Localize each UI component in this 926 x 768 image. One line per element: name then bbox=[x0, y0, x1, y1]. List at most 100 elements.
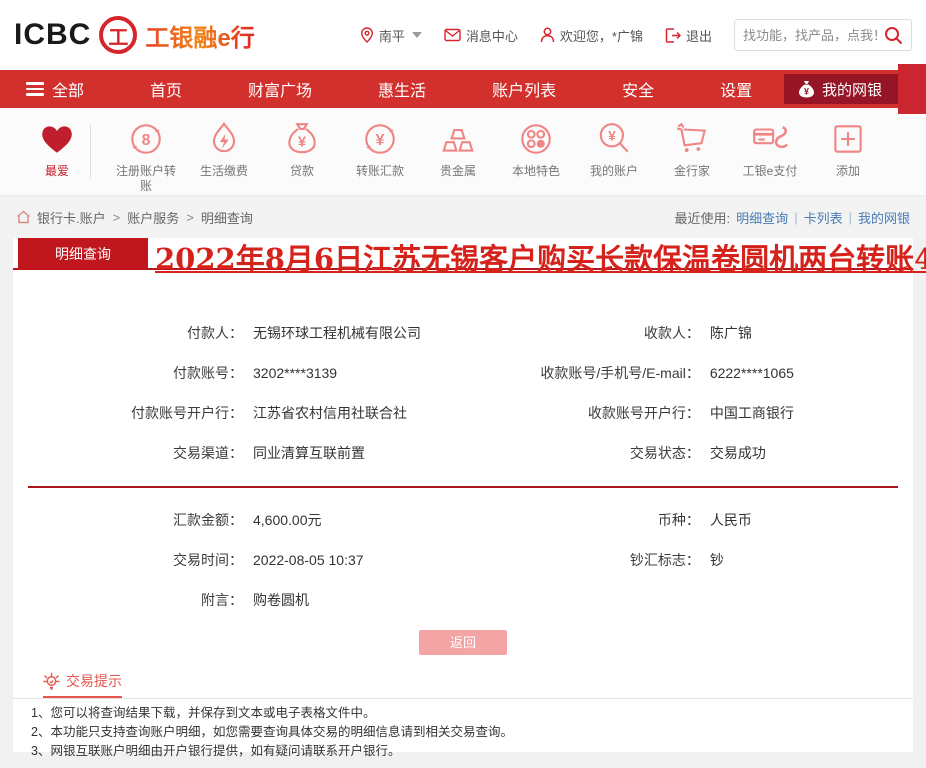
field-value: 交易成功 bbox=[709, 445, 766, 461]
tips-item: 2、本功能只支持查询账户明细，如您需要查询具体交易的明细信息请到相关交易查询。 bbox=[31, 725, 513, 739]
nav-item-home[interactable]: 首页 bbox=[150, 77, 182, 101]
nav-item-wealth[interactable]: 财富广场 bbox=[248, 77, 312, 101]
back-button[interactable]: 返回 bbox=[419, 630, 507, 655]
my-account-icon: ¥ bbox=[599, 123, 629, 153]
field-value: 6222****1065 bbox=[709, 365, 794, 381]
nav-item-security[interactable]: 安全 bbox=[622, 77, 654, 101]
recent-link-detail-query[interactable]: 明细查询 bbox=[736, 208, 788, 227]
field-value: 江苏省农村信用社联合社 bbox=[253, 405, 407, 421]
annotation-headline: 2022年8月6日江苏无锡客户购买长款保温卷圆机两台转账4600元 bbox=[155, 242, 926, 276]
detail-row: 付款人： 无锡环球工程机械有限公司 收款人： 陈广锦 bbox=[13, 313, 913, 353]
quicklink-register-transfer[interactable]: 8 注册账户转账 bbox=[107, 120, 185, 194]
breadcrumb-separator: > bbox=[186, 209, 194, 225]
nav-item-all[interactable]: 全部 bbox=[26, 77, 84, 101]
field-label: 交易渠道： bbox=[173, 445, 243, 461]
nav-item-accounts[interactable]: 账户列表 bbox=[492, 77, 556, 101]
tips-title-text: 交易提示 bbox=[66, 673, 122, 689]
nav-label: 安全 bbox=[622, 83, 655, 100]
divider bbox=[90, 124, 91, 178]
svg-text:8: 8 bbox=[142, 132, 151, 149]
svg-text:¥: ¥ bbox=[804, 86, 809, 96]
search-input[interactable] bbox=[743, 27, 884, 43]
nav-label: 设置 bbox=[720, 83, 753, 100]
quicklink-goldsmith[interactable]: 金行家 bbox=[653, 120, 731, 179]
field-value: 购卷圆机 bbox=[253, 592, 309, 608]
message-center-label: 消息中心 bbox=[465, 28, 518, 44]
quicklink-transfer-remit[interactable]: ¥ 转账汇款 bbox=[341, 120, 419, 179]
logout-link[interactable]: 退出 bbox=[665, 26, 712, 45]
field-label: 附言： bbox=[201, 592, 243, 608]
field-value: 中国工商银行 bbox=[709, 405, 794, 421]
svg-text:¥: ¥ bbox=[298, 134, 307, 150]
location-selector[interactable]: 南平 bbox=[360, 26, 422, 45]
breadcrumb-item[interactable]: 账户服务 bbox=[127, 208, 179, 227]
tab-detail-query[interactable]: 明细查询 bbox=[18, 238, 148, 270]
ribbon-end-cap bbox=[898, 64, 926, 114]
field-value: 2022-08-05 10:37 bbox=[253, 552, 364, 568]
detail-row: 交易时间： 2022-08-05 10:37 钞汇标志： 钞 bbox=[13, 540, 913, 580]
hamburger-icon bbox=[26, 79, 44, 99]
pipe-separator: | bbox=[794, 209, 798, 225]
main-nav: 全部 首页 财富广场 惠生活 账户列表 安全 设置 ¥ 我的网银 bbox=[0, 64, 926, 114]
recent-used-label: 最近使用: bbox=[674, 210, 731, 226]
tips-title: 交易提示 bbox=[43, 671, 122, 698]
transaction-details: 付款人： 无锡环球工程机械有限公司 收款人： 陈广锦 付款账号： 3202****31… bbox=[13, 270, 913, 655]
quicklink-label: 注册账户转账 bbox=[115, 164, 176, 193]
nav-item-settings[interactable]: 设置 bbox=[720, 77, 752, 101]
quicklink-loan[interactable]: ¥ 贷款 bbox=[263, 120, 341, 179]
recent-link-my-ebank[interactable]: 我的网银 bbox=[858, 208, 910, 227]
recent-link-card-list[interactable]: 卡列表 bbox=[804, 208, 843, 227]
nav-item-life[interactable]: 惠生活 bbox=[378, 77, 426, 101]
red-divider bbox=[28, 486, 898, 488]
quicklink-label: 金行家 bbox=[673, 164, 710, 178]
content-card: 明细查询 2022年8月6日江苏无锡客户购买长款保温卷圆机两台转账4600元 付… bbox=[13, 238, 926, 758]
my-ebank-label: 我的网银 bbox=[821, 81, 882, 99]
breadcrumb-row: 银行卡.账户 > 账户服务 > 明细查询 最近使用: 明细查询 | 卡列表 | … bbox=[0, 196, 926, 238]
message-center-link[interactable]: 消息中心 bbox=[444, 26, 518, 45]
tips-item: 1、您可以将查询结果下载，并保存到文本或电子表格文件中。 bbox=[31, 706, 376, 720]
breadcrumb-item-current: 明细查询 bbox=[200, 210, 253, 226]
location-pin-icon bbox=[360, 27, 373, 43]
bulb-icon bbox=[43, 672, 60, 690]
logo: ICBC 工 工银融e行 bbox=[14, 16, 255, 54]
quicklink-label: 转账汇款 bbox=[355, 164, 404, 178]
field-label: 付款人： bbox=[187, 325, 243, 341]
location-label: 南平 bbox=[378, 28, 405, 44]
search-icon[interactable] bbox=[884, 26, 903, 45]
tips-section: 交易提示 bbox=[13, 671, 913, 698]
pipe-separator: | bbox=[848, 209, 852, 225]
precious-metals-icon bbox=[442, 128, 474, 152]
quicklink-precious-metals[interactable]: 贵金属 bbox=[419, 120, 497, 179]
detail-row: 附言： 购卷圆机 bbox=[13, 580, 913, 620]
nav-label: 惠生活 bbox=[378, 83, 427, 100]
goldsmith-cart-icon bbox=[676, 122, 707, 152]
quicklink-my-account[interactable]: ¥ 我的账户 bbox=[575, 120, 653, 179]
field-label: 汇款金额： bbox=[173, 512, 243, 528]
breadcrumb-item[interactable]: 银行卡.账户 bbox=[37, 208, 106, 227]
chevron-down-icon bbox=[411, 32, 422, 38]
quicklink-favorites[interactable]: 最爱 bbox=[28, 120, 86, 179]
field-label: 交易状态： bbox=[629, 445, 700, 461]
field-value: 无锡环球工程机械有限公司 bbox=[253, 325, 421, 341]
life-payment-icon bbox=[212, 121, 236, 153]
quicklink-epay[interactable]: 工银e支付 bbox=[731, 120, 809, 179]
quicklink-label: 我的账户 bbox=[589, 164, 638, 178]
logout-label: 退出 bbox=[685, 28, 712, 44]
home-icon bbox=[17, 210, 30, 224]
nav-label: 财富广场 bbox=[248, 83, 313, 100]
field-label: 钞汇标志： bbox=[629, 552, 700, 568]
logout-icon bbox=[665, 27, 681, 43]
svg-text:¥: ¥ bbox=[376, 132, 385, 149]
register-transfer-icon: 8 bbox=[131, 124, 161, 154]
quicklink-life-payment[interactable]: 生活缴费 bbox=[185, 120, 263, 179]
welcome-user[interactable]: 欢迎您，*广锦 bbox=[540, 26, 643, 45]
add-icon bbox=[834, 125, 862, 153]
quicklink-add[interactable]: 添加 bbox=[809, 120, 887, 179]
quicklink-local-features[interactable]: 本地特色 bbox=[497, 120, 575, 179]
nav-label: 全部 bbox=[52, 83, 85, 100]
field-label: 收款账号开户行： bbox=[587, 405, 700, 421]
moneybag-icon: ¥ bbox=[798, 81, 814, 98]
my-ebank-ribbon[interactable]: ¥ 我的网银 bbox=[783, 74, 898, 104]
heart-icon bbox=[42, 126, 72, 153]
field-label: 付款账号： bbox=[173, 365, 243, 381]
